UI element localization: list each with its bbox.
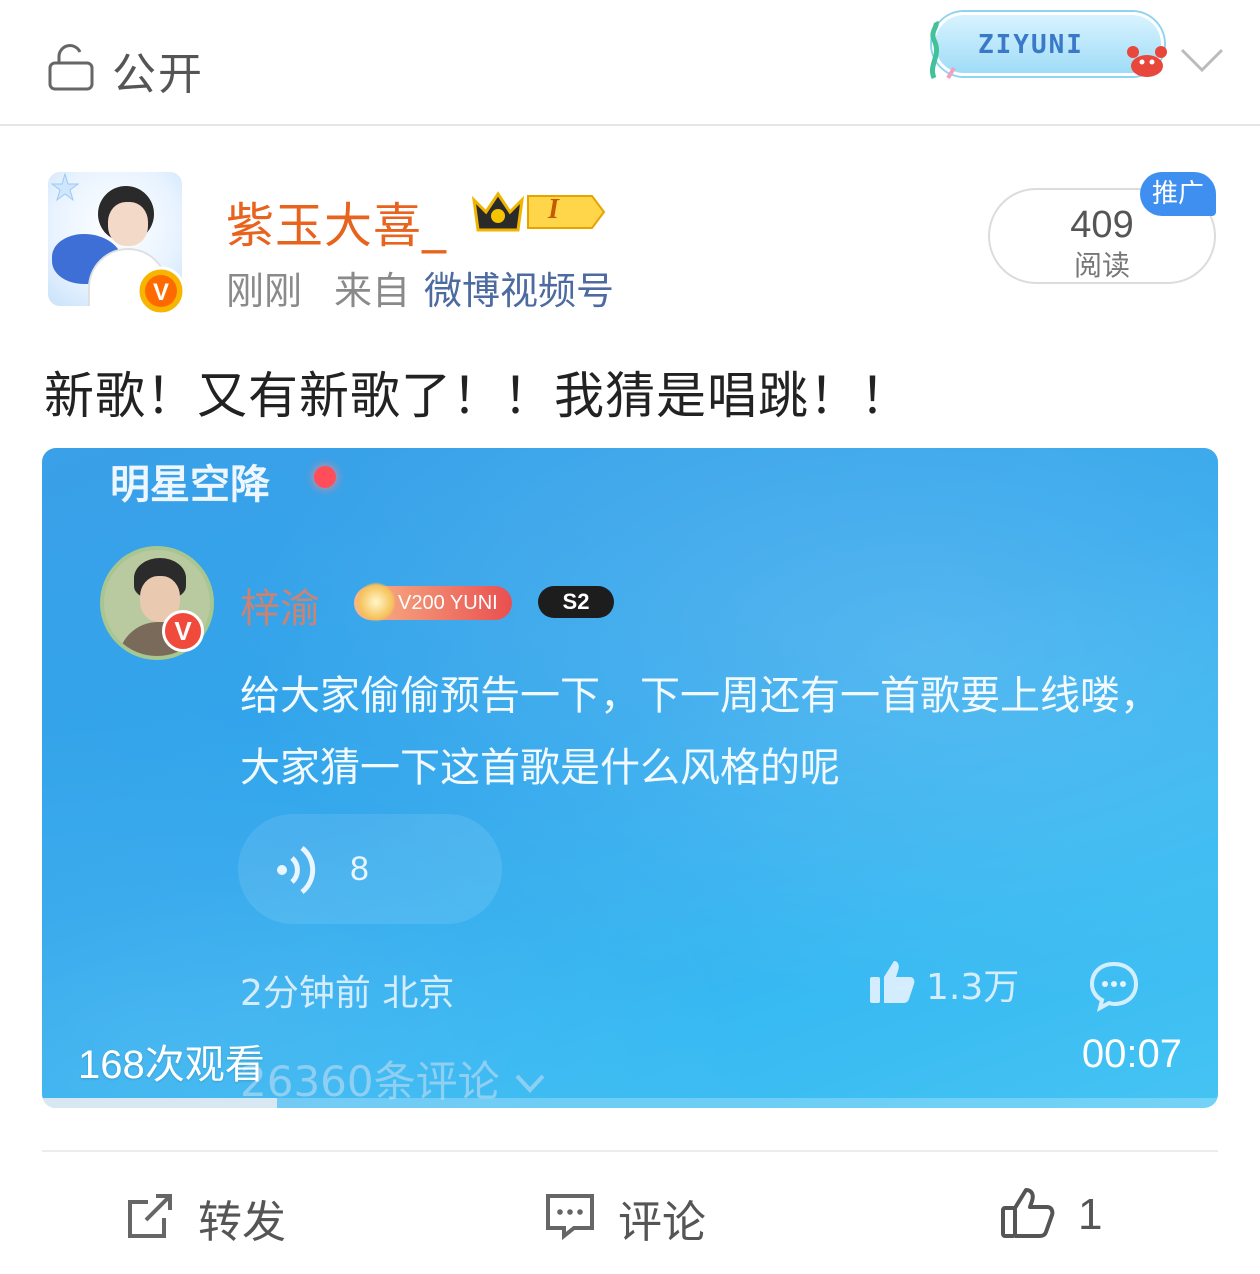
video-message: 给大家偷偷预告一下，下一周还有一首歌要上线喽，大家猜一下这首歌是什么风格的呢 bbox=[240, 673, 1160, 791]
fan-badge[interactable]: ZIYUNI bbox=[924, 6, 1174, 82]
avatar-face bbox=[108, 202, 148, 246]
post-meta: 刚刚 来自 微博视频号 bbox=[226, 260, 614, 315]
video-progress-fill bbox=[42, 1098, 278, 1108]
post-text: 新歌！又有新歌了！！我猜是唱跳！！ bbox=[44, 367, 911, 425]
video-like: 1.3万 bbox=[868, 958, 1019, 1010]
unlock-icon bbox=[46, 43, 96, 97]
live-dot bbox=[314, 466, 336, 488]
comment-button[interactable]: 评论 bbox=[544, 1186, 706, 1250]
top-bar: 公开 ZIYUNI bbox=[0, 0, 1260, 126]
from-label: 来自 bbox=[334, 269, 411, 313]
voice-message: 8 bbox=[238, 814, 502, 924]
vip-tag: V200 YUNI bbox=[354, 582, 512, 622]
like-button[interactable]: 1 bbox=[1000, 1186, 1102, 1244]
video-author-name: 梓渝 bbox=[240, 586, 320, 632]
repost-button[interactable]: 转发 bbox=[124, 1186, 286, 1250]
star-icon bbox=[50, 172, 80, 206]
seaweed-icon bbox=[924, 20, 964, 84]
sound-wave-icon bbox=[274, 842, 324, 902]
sparkle-icon bbox=[356, 582, 396, 622]
comment-label: 评论 bbox=[618, 1197, 706, 1248]
repost-label: 转发 bbox=[198, 1197, 286, 1248]
privacy-label: 公开 bbox=[112, 49, 204, 100]
member-level-badge[interactable]: I bbox=[470, 184, 606, 244]
voice-duration: 8 bbox=[350, 850, 369, 888]
video-duration: 00:07 bbox=[1081, 1032, 1182, 1076]
username[interactable]: 紫玉大喜_ bbox=[226, 186, 447, 256]
share-icon bbox=[124, 1190, 176, 1246]
comment-icon bbox=[544, 1190, 596, 1246]
season-tag: S2 bbox=[538, 586, 614, 618]
privacy-selector[interactable]: 公开 bbox=[46, 38, 204, 102]
like-count: 1 bbox=[1078, 1190, 1103, 1239]
chevron-down-icon[interactable] bbox=[1178, 44, 1226, 82]
crab-icon bbox=[1124, 42, 1170, 86]
season-tag-text: S2 bbox=[562, 589, 590, 614]
post-time: 刚刚 bbox=[226, 269, 303, 313]
vip-tag-text: V200 YUNI bbox=[398, 592, 498, 614]
verified-icon: V bbox=[162, 610, 204, 652]
video-header: 明星空降 bbox=[110, 462, 270, 508]
video-like-count: 1.3万 bbox=[926, 967, 1020, 1008]
chevron-down-icon bbox=[515, 1074, 545, 1093]
read-label: 阅读 bbox=[1073, 249, 1130, 282]
post-source-link[interactable]: 微博视频号 bbox=[424, 260, 614, 315]
action-divider bbox=[42, 1150, 1218, 1152]
svg-text:V: V bbox=[153, 279, 169, 306]
verified-badge-icon: V bbox=[136, 266, 186, 316]
view-count: 168次观看 bbox=[78, 1043, 265, 1087]
thumbs-up-icon bbox=[868, 959, 916, 1009]
level-text: I bbox=[548, 194, 559, 225]
video-player[interactable]: 明星空降 V 梓渝 V200 YUNI S2 给大家偷偷预告一下，下一周还有一首… bbox=[42, 448, 1218, 1108]
comment-bubble-icon bbox=[1088, 960, 1140, 1016]
video-progress-bar[interactable] bbox=[42, 1098, 1218, 1108]
promote-badge[interactable]: 推广 bbox=[1140, 172, 1216, 216]
fan-badge-text: ZIYUNI bbox=[978, 30, 1084, 60]
thumbs-up-icon bbox=[1000, 1186, 1056, 1244]
video-post-time: 2分钟前 北京 bbox=[240, 973, 455, 1014]
